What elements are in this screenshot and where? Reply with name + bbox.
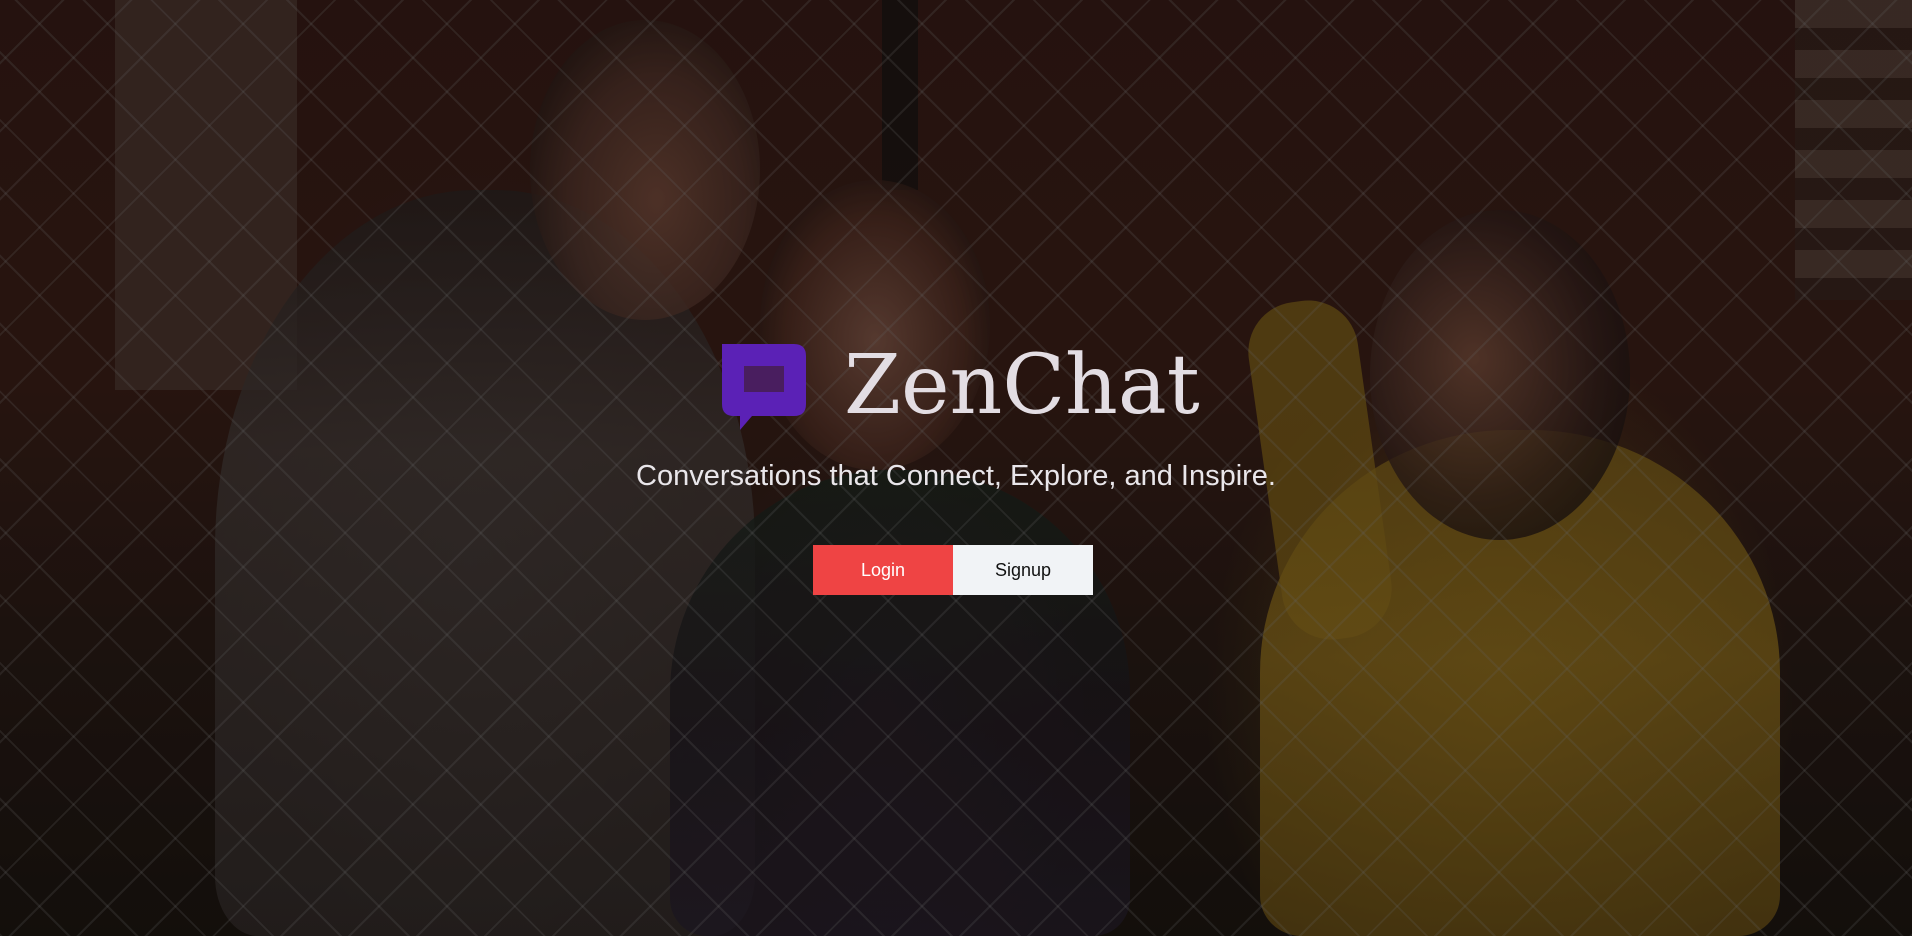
signup-button[interactable]: Signup — [953, 545, 1093, 595]
login-button[interactable]: Login — [813, 545, 953, 595]
hero-section: ZenChat Conversations that Connect, Expl… — [0, 0, 1912, 936]
brand-logo: ZenChat — [718, 340, 1200, 432]
auth-buttons: Login Signup — [813, 545, 1093, 595]
hero-tagline: Conversations that Connect, Explore, and… — [636, 460, 1276, 492]
chat-bubble-icon — [722, 344, 806, 430]
brand-name: ZenChat — [844, 338, 1200, 433]
hero-content: ZenChat Conversations that Connect, Expl… — [0, 0, 1912, 936]
